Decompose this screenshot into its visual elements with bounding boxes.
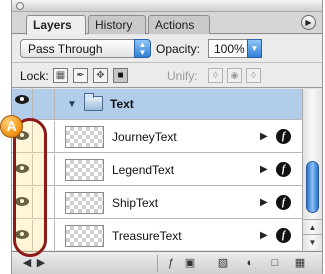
unify-position-icon: ◊: [208, 68, 223, 83]
lock-position-icon[interactable]: ✥: [93, 68, 108, 83]
layer-effects-icon[interactable]: f: [276, 228, 291, 243]
layer-group-row[interactable]: ▼ Text: [12, 89, 302, 120]
layer-row[interactable]: ShipText ▶ f: [12, 187, 302, 219]
layer-thumbnail: [65, 126, 104, 148]
lock-row: Lock: ▦ ✒ ✥ ■ Unify: ◊ ◉ ◊: [12, 62, 322, 88]
blend-row: Pass Through ▲ ▼ Opacity: 100% ▼: [12, 35, 322, 62]
layer-thumbnail: [65, 192, 104, 214]
chevron-down-icon[interactable]: ▼: [247, 39, 262, 58]
disclosure-triangle-icon[interactable]: ▼: [67, 99, 77, 110]
layer-row[interactable]: LegendText ▶ f: [12, 154, 302, 186]
folder-icon: [84, 93, 103, 111]
layer-name: LegendText: [112, 163, 175, 177]
tab-layers[interactable]: Layers: [26, 15, 86, 35]
select-arrows-icon: ▲ ▼: [134, 39, 151, 58]
panel-titlebar: [12, 0, 322, 12]
panel-tabs: Layers History Actions: [12, 12, 322, 35]
expand-effects-icon[interactable]: ▶: [260, 131, 268, 142]
opacity-value: 100%: [214, 42, 245, 56]
layer-thumbnail: [65, 159, 104, 181]
opacity-input[interactable]: 100% ▼: [208, 39, 262, 58]
blend-mode-select[interactable]: Pass Through ▲ ▼: [20, 39, 151, 58]
layer-name: ShipText: [112, 196, 159, 210]
unify-label: Unify:: [167, 69, 198, 83]
link-cell[interactable]: [33, 89, 55, 119]
layer-effects-icon[interactable]: f: [276, 162, 291, 177]
layer-name: TreasureText: [112, 229, 182, 243]
vertical-scrollbar[interactable]: ▲ ▼: [302, 89, 322, 250]
blend-mode-value: Pass Through: [28, 42, 103, 56]
layer-style-icon[interactable]: ƒ: [162, 256, 180, 271]
separator: [157, 255, 158, 272]
new-layer-icon[interactable]: □: [267, 256, 283, 271]
visibility-cell[interactable]: [12, 89, 33, 119]
layers-list: ▼ Text JourneyText ▶ f LegendText ▶ f Sh…: [12, 89, 302, 250]
eye-icon[interactable]: [15, 95, 29, 104]
panel-menu-icon[interactable]: ▶: [301, 15, 316, 30]
group-name: Text: [110, 97, 134, 111]
new-group-icon[interactable]: ▧: [215, 256, 231, 271]
scroll-down-icon[interactable]: ▼: [303, 234, 322, 250]
expand-effects-icon[interactable]: ▶: [260, 164, 268, 175]
tab-history[interactable]: History: [88, 15, 146, 34]
link-icon[interactable]: ◀: [20, 256, 34, 271]
callout-badge: A: [0, 115, 23, 138]
unify-style-icon: ◊: [246, 68, 261, 83]
layer-effects-icon[interactable]: f: [276, 195, 291, 210]
trash-icon[interactable]: ▦: [292, 256, 308, 271]
lock-image-icon[interactable]: ✒: [73, 68, 88, 83]
layer-row[interactable]: JourneyText ▶ f: [12, 121, 302, 153]
layer-row[interactable]: TreasureText ▶ f: [12, 220, 302, 250]
panel-bottom-bar: ◀ ▶ ƒ ▣ ▧ ◐ □ ▦: [12, 251, 322, 274]
layer-thumbnail: [65, 225, 104, 247]
play-icon[interactable]: ▶: [34, 256, 48, 271]
adjustment-icon[interactable]: ◐: [242, 256, 258, 271]
lock-transparent-icon[interactable]: ▦: [53, 68, 68, 83]
layer-effects-icon[interactable]: f: [276, 129, 291, 144]
opacity-label: Opacity:: [156, 42, 201, 56]
layer-name: JourneyText: [112, 130, 177, 144]
tab-actions[interactable]: Actions: [148, 15, 210, 34]
expand-effects-icon[interactable]: ▶: [260, 230, 268, 241]
visibility-column-highlight: [13, 118, 47, 257]
lock-all-icon[interactable]: ■: [113, 68, 128, 83]
scroll-up-icon[interactable]: ▲: [303, 219, 322, 234]
expand-effects-icon[interactable]: ▶: [260, 197, 268, 208]
scrollbar-thumb[interactable]: [306, 161, 319, 213]
layers-panel: Layers History Actions ▶ Pass Through ▲ ▼…: [11, 0, 323, 274]
unify-visibility-icon: ◉: [227, 68, 242, 83]
close-icon[interactable]: [16, 2, 24, 10]
lock-label: Lock:: [20, 69, 49, 83]
mask-icon[interactable]: ▣: [182, 256, 198, 271]
